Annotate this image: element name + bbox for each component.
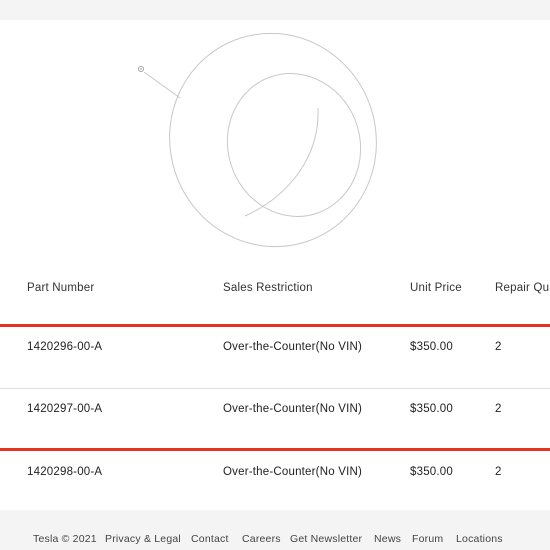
header-part-number: Part Number: [27, 282, 95, 294]
sales-restriction: Over-the-Counter(No VIN): [223, 466, 363, 478]
tire-part-diagram: [137, 32, 377, 248]
footer-link-privacy-legal[interactable]: Privacy & Legal: [105, 533, 181, 545]
highlight-line-bottom: [0, 448, 550, 451]
highlight-line-top: [0, 324, 550, 327]
table-row[interactable]: 1420297-00-A Over-the-Counter(No VIN) $3…: [0, 403, 550, 465]
table-row[interactable]: 1420298-00-A Over-the-Counter(No VIN) $3…: [0, 466, 550, 510]
footer-link-news[interactable]: News: [374, 533, 401, 545]
header-unit-price: Unit Price: [410, 282, 462, 294]
footer-link-get-newsletter[interactable]: Get Newsletter: [290, 533, 362, 545]
header-sales-restriction: Sales Restriction: [223, 282, 313, 294]
top-strip: [0, 0, 550, 20]
footer-link-contact[interactable]: Contact: [191, 533, 229, 545]
repair-qty: 2: [495, 403, 502, 415]
unit-price: $350.00: [410, 403, 453, 415]
part-detail-panel: Part Number Sales Restriction Unit Price…: [0, 20, 550, 510]
unit-price: $350.00: [410, 466, 453, 478]
header-repair-qty: Repair Qu: [495, 282, 550, 294]
footer-copyright: Tesla © 2021: [33, 533, 97, 545]
part-number: 1420296-00-A: [27, 341, 103, 353]
site-footer: Tesla © 2021 Privacy & Legal Contact Car…: [0, 510, 550, 550]
table-header: Part Number Sales Restriction Unit Price…: [0, 282, 550, 302]
table-row[interactable]: 1420296-00-A Over-the-Counter(No VIN) $3…: [0, 341, 550, 403]
sales-restriction: Over-the-Counter(No VIN): [223, 341, 363, 353]
repair-qty: 2: [495, 466, 502, 478]
unit-price: $350.00: [410, 341, 453, 353]
footer-link-forum[interactable]: Forum: [412, 533, 443, 545]
sales-restriction: Over-the-Counter(No VIN): [223, 403, 363, 415]
footer-link-careers[interactable]: Careers: [242, 533, 281, 545]
footer-link-locations[interactable]: Locations: [456, 533, 503, 545]
row-divider: [0, 388, 550, 389]
part-number: 1420297-00-A: [27, 403, 103, 415]
repair-qty: 2: [495, 341, 502, 353]
part-number: 1420298-00-A: [27, 466, 103, 478]
